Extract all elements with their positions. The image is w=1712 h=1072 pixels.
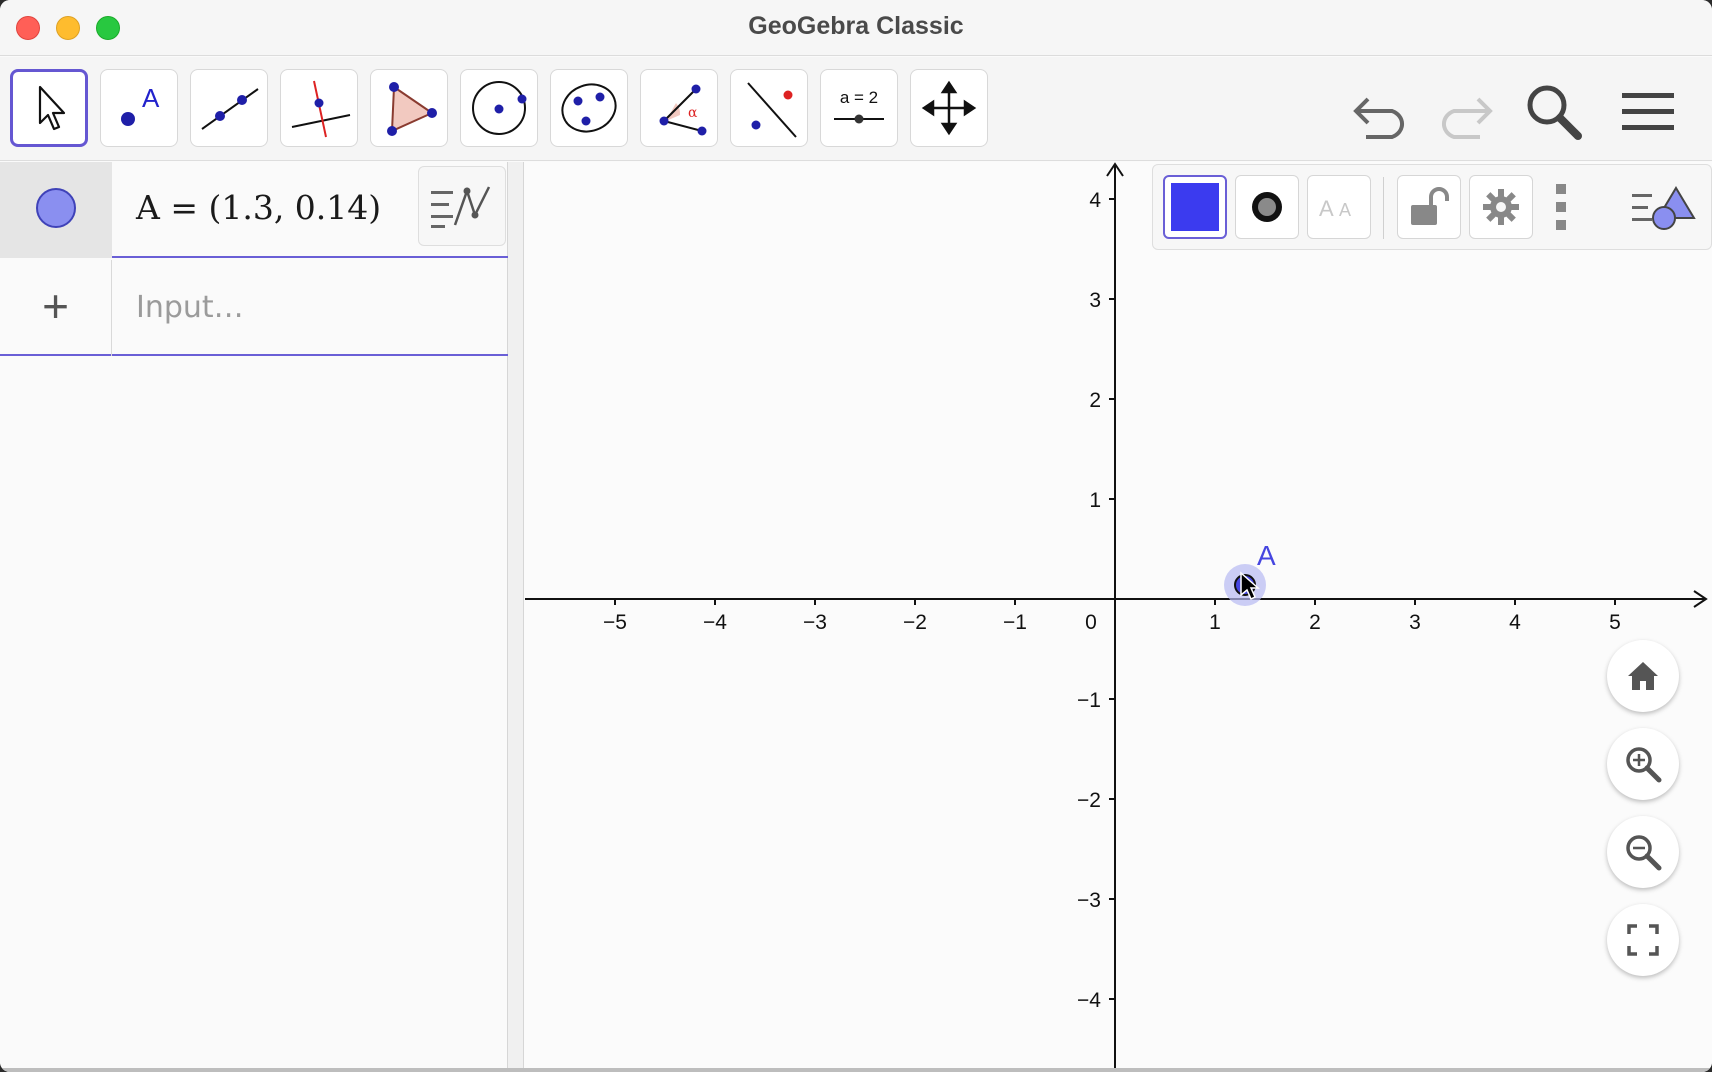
graphics-view[interactable]: −5 −4 −3 −2 −1 0 1 2 3 4 5 4 3 2 1 −1 −2 −3 −4 A A A bbox=[524, 162, 1712, 1072]
x-tick-label: 0 bbox=[1085, 611, 1097, 634]
x-tick-label: 4 bbox=[1509, 611, 1521, 634]
unlock-icon bbox=[1411, 187, 1449, 225]
search-button[interactable] bbox=[1518, 79, 1590, 145]
algebra-input[interactable] bbox=[136, 282, 476, 332]
reflect-about-line-icon bbox=[747, 82, 797, 138]
perpendicular-line-tool-button[interactable] bbox=[280, 69, 358, 147]
polygon-icon bbox=[387, 82, 437, 136]
slider-tool-label: a = 2 bbox=[840, 88, 878, 107]
window-bottom-edge bbox=[0, 1068, 1712, 1072]
y-tick-label: −1 bbox=[1077, 689, 1101, 712]
visibility-toggle[interactable] bbox=[0, 162, 112, 258]
toolbar: A α a = 2 bbox=[0, 57, 1712, 161]
y-tick-label: 2 bbox=[1089, 389, 1101, 412]
slider-icon: a = 2 bbox=[834, 88, 884, 124]
label-style-button[interactable]: A A bbox=[1307, 175, 1371, 239]
undo-icon bbox=[1353, 97, 1405, 139]
home-icon bbox=[1628, 662, 1658, 690]
x-tick-label: −4 bbox=[703, 611, 727, 634]
y-axis-ticks: 4 3 2 1 −1 −2 −3 −4 bbox=[1077, 189, 1115, 1012]
point-tool-button[interactable]: A bbox=[100, 69, 178, 147]
zoom-out-icon bbox=[1626, 835, 1662, 871]
label-style-icon: A A bbox=[1319, 196, 1351, 221]
svg-text:A: A bbox=[1339, 200, 1351, 220]
hamburger-menu-icon bbox=[1622, 93, 1674, 130]
add-item-button[interactable]: + bbox=[0, 260, 112, 356]
more-options-button[interactable] bbox=[1541, 175, 1581, 239]
point-style-icon bbox=[1252, 192, 1282, 222]
point-A-label[interactable]: A bbox=[1257, 540, 1276, 571]
line-tool-button[interactable] bbox=[190, 69, 268, 147]
fullscreen-button[interactable] bbox=[1607, 904, 1679, 976]
more-vertical-icon bbox=[1556, 184, 1566, 230]
polygon-tool-button[interactable] bbox=[370, 69, 448, 147]
y-tick-label: −2 bbox=[1077, 789, 1101, 812]
arrow-pointer-icon bbox=[38, 85, 66, 131]
x-tick-label: −1 bbox=[1003, 611, 1027, 634]
reflect-tool-button[interactable] bbox=[730, 69, 808, 147]
color-swatch bbox=[1171, 183, 1219, 231]
angle-tool-label: α bbox=[688, 105, 698, 121]
x-tick-label: 1 bbox=[1209, 611, 1221, 634]
undo-button[interactable] bbox=[1348, 79, 1420, 145]
x-tick-label: −3 bbox=[803, 611, 827, 634]
style-bar-toggle-icon bbox=[1632, 186, 1696, 230]
view-splitter[interactable] bbox=[508, 162, 524, 1072]
x-tick-label: −5 bbox=[603, 611, 627, 634]
algebra-item-expression[interactable]: A = (1.3, 0.14) bbox=[136, 188, 381, 227]
settings-button[interactable] bbox=[1469, 175, 1533, 239]
point-tool-label: A bbox=[142, 83, 160, 113]
x-axis-ticks: −5 −4 −3 −2 −1 0 1 2 3 4 5 bbox=[603, 599, 1621, 634]
geogebra-window: GeoGebra Classic A α a = 2 A = (1.3, 0.1… bbox=[0, 0, 1712, 1072]
y-tick-label: −3 bbox=[1077, 889, 1101, 912]
x-tick-label: −2 bbox=[903, 611, 927, 634]
coordinate-plane[interactable]: −5 −4 −3 −2 −1 0 1 2 3 4 5 4 3 2 1 −1 −2 −3 −4 A bbox=[524, 162, 1712, 1072]
y-tick-label: 3 bbox=[1089, 289, 1101, 312]
perpendicular-line-icon bbox=[291, 80, 351, 138]
angle-icon: α bbox=[659, 84, 707, 136]
home-button[interactable] bbox=[1607, 640, 1679, 712]
x-tick-label: 5 bbox=[1609, 611, 1621, 634]
algebra-description-icon bbox=[431, 186, 491, 228]
algebra-item-A[interactable]: A = (1.3, 0.14) bbox=[0, 162, 508, 258]
move-graphics-tool-button[interactable] bbox=[910, 69, 988, 147]
lock-button[interactable] bbox=[1397, 175, 1461, 239]
x-tick-label: 2 bbox=[1309, 611, 1321, 634]
conic-tool-button[interactable] bbox=[550, 69, 628, 147]
circle-tool-button[interactable] bbox=[460, 69, 538, 147]
zoom-in-icon bbox=[1626, 747, 1662, 783]
fullscreen-icon bbox=[1627, 924, 1659, 956]
angle-tool-button[interactable]: α bbox=[640, 69, 718, 147]
slider-tool-button[interactable]: a = 2 bbox=[820, 69, 898, 147]
ellipse-icon bbox=[561, 83, 617, 133]
redo-icon bbox=[1441, 97, 1493, 139]
color-button[interactable] bbox=[1163, 175, 1227, 239]
graphics-style-bar: A A bbox=[1152, 164, 1712, 250]
y-tick-label: 4 bbox=[1089, 189, 1101, 212]
point-marble-icon bbox=[36, 188, 76, 228]
move-tool-button[interactable] bbox=[10, 69, 88, 147]
title-bar: GeoGebra Classic bbox=[0, 0, 1712, 56]
circle-center-point-icon bbox=[472, 81, 527, 135]
algebra-view: A = (1.3, 0.14) + bbox=[0, 162, 508, 1072]
window-title: GeoGebra Classic bbox=[748, 12, 964, 40]
main-menu-button[interactable] bbox=[1612, 79, 1684, 145]
style-bar-divider bbox=[1383, 177, 1384, 239]
y-tick-label: −4 bbox=[1077, 989, 1101, 1012]
x-tick-label: 3 bbox=[1409, 611, 1421, 634]
zoom-out-button[interactable] bbox=[1607, 816, 1679, 888]
point-icon: A bbox=[121, 83, 160, 126]
line-through-points-icon bbox=[201, 88, 259, 130]
redo-button[interactable] bbox=[1426, 79, 1498, 145]
algebra-stylebar-toggle[interactable] bbox=[418, 166, 506, 246]
point-style-button[interactable] bbox=[1235, 175, 1299, 239]
input-bar-row: + bbox=[0, 260, 508, 356]
search-icon bbox=[1527, 85, 1582, 140]
svg-text:A: A bbox=[1319, 196, 1334, 221]
zoom-in-button[interactable] bbox=[1607, 728, 1679, 800]
gear-icon bbox=[1483, 189, 1519, 225]
style-bar-toggle-button[interactable] bbox=[1623, 175, 1703, 239]
y-tick-label: 1 bbox=[1089, 489, 1101, 512]
move-graphics-icon bbox=[921, 80, 977, 136]
